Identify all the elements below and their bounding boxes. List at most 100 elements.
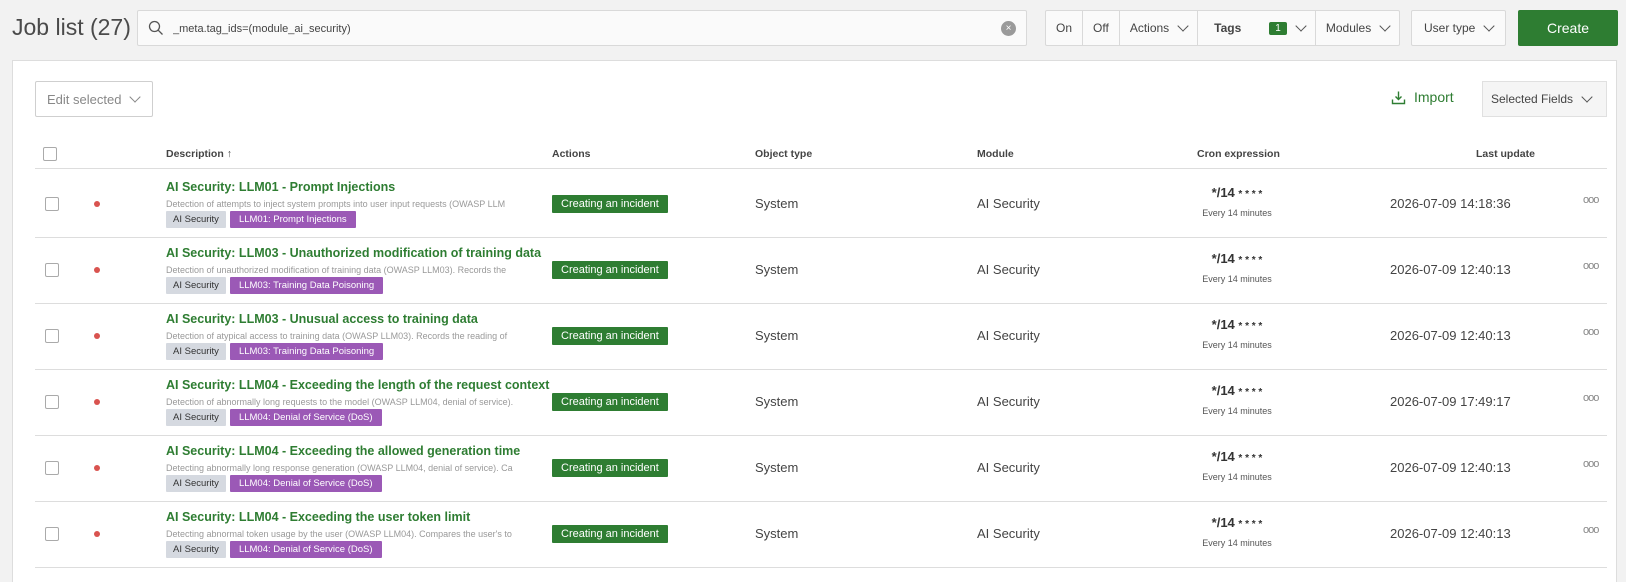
object-type: System <box>755 196 799 211</box>
action-badge: Creating an incident <box>552 393 668 411</box>
more-options-icon[interactable]: ooo <box>1583 392 1599 404</box>
create-button[interactable]: Create <box>1518 10 1618 46</box>
category-tag[interactable]: LLM01: Prompt Injections <box>229 211 356 228</box>
modules-dropdown[interactable]: Modules <box>1316 11 1399 45</box>
off-label: Off <box>1093 21 1109 35</box>
row-checkbox[interactable] <box>45 461 59 475</box>
cron-description: Every 14 minutes <box>1202 208 1272 218</box>
cron-rest: * * * * <box>1238 387 1263 398</box>
module-name: AI Security <box>977 460 1040 475</box>
clear-search-icon[interactable]: × <box>1001 21 1016 36</box>
job-list-panel: Edit selected Import Selected Fields Des… <box>12 60 1617 582</box>
action-badge: Creating an incident <box>552 261 668 279</box>
module-tag[interactable]: AI Security <box>166 211 226 228</box>
more-options-icon[interactable]: ooo <box>1583 326 1599 338</box>
last-update: 2026-07-09 12:40:13 <box>1390 460 1511 475</box>
cron-expression: */14 * * * * <box>1197 383 1277 398</box>
tag-list: AI Security LLM04: Denial of Service (DoS… <box>166 409 382 426</box>
job-name-link[interactable]: AI Security: LLM04 - Exceeding the allow… <box>166 444 520 458</box>
job-name-link[interactable]: AI Security: LLM03 - Unauthorized modifi… <box>166 246 541 260</box>
off-button[interactable]: Off <box>1083 11 1120 45</box>
actions-dropdown[interactable]: Actions <box>1120 11 1199 45</box>
table-row[interactable]: AI Security: LLM01 - Prompt Injections De… <box>35 170 1607 238</box>
on-button[interactable]: On <box>1046 11 1084 45</box>
user-type-dropdown[interactable]: User type <box>1411 10 1507 46</box>
tag-list: AI Security LLM04: Denial of Service (DoS… <box>166 541 382 558</box>
last-update: 2026-07-09 12:40:13 <box>1390 328 1511 343</box>
user-type-label: User type <box>1424 21 1476 35</box>
cron-expression: */14 * * * * <box>1197 251 1277 266</box>
object-type: System <box>755 394 799 409</box>
module-tag[interactable]: AI Security <box>166 409 226 426</box>
cron-value: */14 <box>1211 449 1235 464</box>
job-description: Detection of abnormally long requests to… <box>166 397 514 407</box>
table-row[interactable]: AI Security: LLM04 - Exceeding the lengt… <box>35 368 1607 436</box>
select-all-checkbox[interactable] <box>43 147 57 161</box>
status-dot-icon <box>94 267 100 273</box>
search-icon <box>148 20 163 35</box>
module-tag[interactable]: AI Security <box>166 475 226 492</box>
category-tag[interactable]: LLM04: Denial of Service (DoS) <box>229 541 382 558</box>
table-row[interactable]: AI Security: LLM03 - Unauthorized modifi… <box>35 236 1607 304</box>
category-tag[interactable]: LLM04: Denial of Service (DoS) <box>229 409 382 426</box>
job-description: Detection of atypical access to training… <box>166 331 508 341</box>
table-header: Description ↑ Actions Object type Module… <box>35 141 1607 169</box>
category-tag[interactable]: LLM04: Denial of Service (DoS) <box>229 475 382 492</box>
job-name-link[interactable]: AI Security: LLM03 - Unusual access to t… <box>166 312 478 326</box>
action-badge: Creating an incident <box>552 525 668 543</box>
status-dot-icon <box>94 201 100 207</box>
tags-dropdown[interactable]: Tags 1 <box>1198 11 1316 45</box>
search-bar[interactable]: × <box>137 10 1027 46</box>
last-update: 2026-07-09 12:40:13 <box>1390 526 1511 541</box>
cron-expression: */14 * * * * <box>1197 185 1277 200</box>
more-options-icon[interactable]: ooo <box>1583 458 1599 470</box>
table-row[interactable]: AI Security: LLM03 - Unusual access to t… <box>35 302 1607 370</box>
table-row[interactable]: AI Security: LLM04 - Exceeding the user … <box>35 500 1607 568</box>
more-options-icon[interactable]: ooo <box>1583 260 1599 272</box>
tag-list: AI Security LLM04: Denial of Service (DoS… <box>166 475 382 492</box>
chevron-down-icon <box>1177 20 1189 32</box>
job-description: Detection of unauthorized modification o… <box>166 265 507 275</box>
on-label: On <box>1056 21 1073 35</box>
cron-value: */14 <box>1211 515 1235 530</box>
more-options-icon[interactable]: ooo <box>1583 194 1599 206</box>
action-badge: Creating an incident <box>552 195 668 213</box>
page-title: Job list (27) <box>12 14 131 40</box>
cron-rest: * * * * <box>1238 255 1263 266</box>
search-input[interactable] <box>173 19 973 39</box>
import-button[interactable]: Import <box>1391 89 1454 105</box>
selected-fields-dropdown[interactable]: Selected Fields <box>1482 81 1607 117</box>
column-module: Module <box>977 148 1014 160</box>
job-name-link[interactable]: AI Security: LLM04 - Exceeding the user … <box>166 510 470 524</box>
edit-selected-dropdown[interactable]: Edit selected <box>35 81 153 117</box>
module-name: AI Security <box>977 262 1040 277</box>
row-checkbox[interactable] <box>45 197 59 211</box>
last-update: 2026-07-09 12:40:13 <box>1390 262 1511 277</box>
row-checkbox[interactable] <box>45 395 59 409</box>
filter-toolbar: On Off Actions Tags 1 Modules <box>1045 10 1401 46</box>
category-tag[interactable]: LLM03: Training Data Poisoning <box>229 277 384 294</box>
job-name-link[interactable]: AI Security: LLM04 - Exceeding the lengt… <box>166 378 549 392</box>
more-options-icon[interactable]: ooo <box>1583 524 1599 536</box>
cron-rest: * * * * <box>1238 189 1263 200</box>
cron-value: */14 <box>1211 317 1235 332</box>
import-label: Import <box>1414 89 1454 105</box>
column-description[interactable]: Description ↑ <box>166 148 232 160</box>
table-row[interactable]: AI Security: LLM04 - Exceeding the allow… <box>35 434 1607 502</box>
row-checkbox[interactable] <box>45 329 59 343</box>
download-icon <box>1391 91 1406 104</box>
cron-value: */14 <box>1211 383 1235 398</box>
action-badge: Creating an incident <box>552 459 668 477</box>
module-tag[interactable]: AI Security <box>166 343 226 360</box>
job-name-link[interactable]: AI Security: LLM01 - Prompt Injections <box>166 180 395 194</box>
modules-label: Modules <box>1325 21 1372 35</box>
row-checkbox[interactable] <box>45 527 59 541</box>
row-checkbox[interactable] <box>45 263 59 277</box>
cron-description: Every 14 minutes <box>1202 340 1272 350</box>
category-tag[interactable]: LLM03: Training Data Poisoning <box>229 343 384 360</box>
column-actions: Actions <box>552 148 591 160</box>
tags-label: Tags <box>1214 21 1242 35</box>
module-tag[interactable]: AI Security <box>166 541 226 558</box>
module-tag[interactable]: AI Security <box>166 277 226 294</box>
last-update: 2026-07-09 17:49:17 <box>1390 394 1511 409</box>
